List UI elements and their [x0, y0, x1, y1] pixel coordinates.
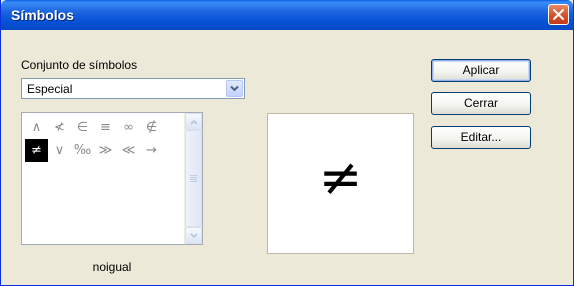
scroll-grip-line — [190, 179, 197, 180]
symbol-cell[interactable]: ∨ — [48, 139, 71, 162]
symbol-preview-glyph: ≠ — [318, 148, 363, 208]
symbol-cell[interactable]: ≪ — [117, 139, 140, 162]
chevron-up-icon — [190, 119, 198, 125]
scroll-thumb[interactable] — [185, 130, 202, 227]
dialog-body: Conjunto de símbolos Especial ∧ ≮ ∈ ≡ ∞ ∉ ≠ ∨ ‰ ≫… — [4, 30, 570, 283]
scroll-grip-line — [190, 175, 197, 176]
symbol-cell[interactable]: → — [140, 139, 163, 162]
scroll-up-button[interactable] — [185, 113, 202, 130]
close-button-label: Cerrar — [463, 96, 498, 110]
symbol-cell[interactable]: ∞ — [117, 116, 140, 139]
symbol-grid-scrollbar[interactable] — [184, 113, 202, 244]
apply-button-label: Aplicar — [462, 63, 500, 77]
symbol-cell[interactable]: ≮ — [48, 116, 71, 139]
symbol-cell[interactable]: ∧ — [25, 116, 48, 139]
symbol-set-label-text: Conjunto de símbolos — [21, 58, 138, 72]
symbol-cell[interactable]: ∈ — [71, 116, 94, 139]
scroll-grip-line — [190, 177, 197, 178]
edit-button-label: Editar... — [460, 130, 502, 144]
close-icon — [553, 9, 564, 20]
symbol-grid[interactable]: ∧ ≮ ∈ ≡ ∞ ∉ ≠ ∨ ‰ ≫ ≪ → — [21, 112, 203, 245]
close-button[interactable]: Cerrar — [431, 92, 531, 115]
symbols-dialog: Símbolos Conjunto de símbolos Especial ∧… — [0, 0, 574, 286]
chevron-down-icon — [190, 233, 198, 239]
symbol-cell[interactable]: ‰ — [71, 139, 94, 162]
symbol-cell[interactable]: ≡ — [94, 116, 117, 139]
symbol-cell[interactable]: ≫ — [94, 139, 117, 162]
symbol-preview: ≠ — [267, 113, 414, 254]
edit-button[interactable]: Editar... — [431, 126, 531, 149]
symbol-cell[interactable]: ∉ — [140, 116, 163, 139]
symbol-set-label: Conjunto de símbolos — [21, 58, 137, 72]
symbol-set-dropdown-button[interactable] — [226, 80, 243, 97]
symbol-set-value: Especial — [27, 82, 73, 96]
window-title: Símbolos — [11, 7, 75, 23]
selected-symbol-name: noigual — [92, 260, 132, 274]
scroll-down-button[interactable] — [185, 227, 202, 244]
symbol-grid-cells: ∧ ≮ ∈ ≡ ∞ ∉ ≠ ∨ ‰ ≫ ≪ → — [22, 113, 182, 244]
apply-button[interactable]: Aplicar — [431, 59, 531, 82]
symbol-set-select[interactable]: Especial — [21, 78, 245, 99]
title-bar[interactable]: Símbolos — [1, 0, 573, 30]
scroll-grip-line — [190, 181, 197, 182]
symbol-cell[interactable]: ≠ — [25, 139, 48, 162]
chevron-down-icon — [230, 85, 239, 92]
close-window-button[interactable] — [548, 4, 569, 25]
